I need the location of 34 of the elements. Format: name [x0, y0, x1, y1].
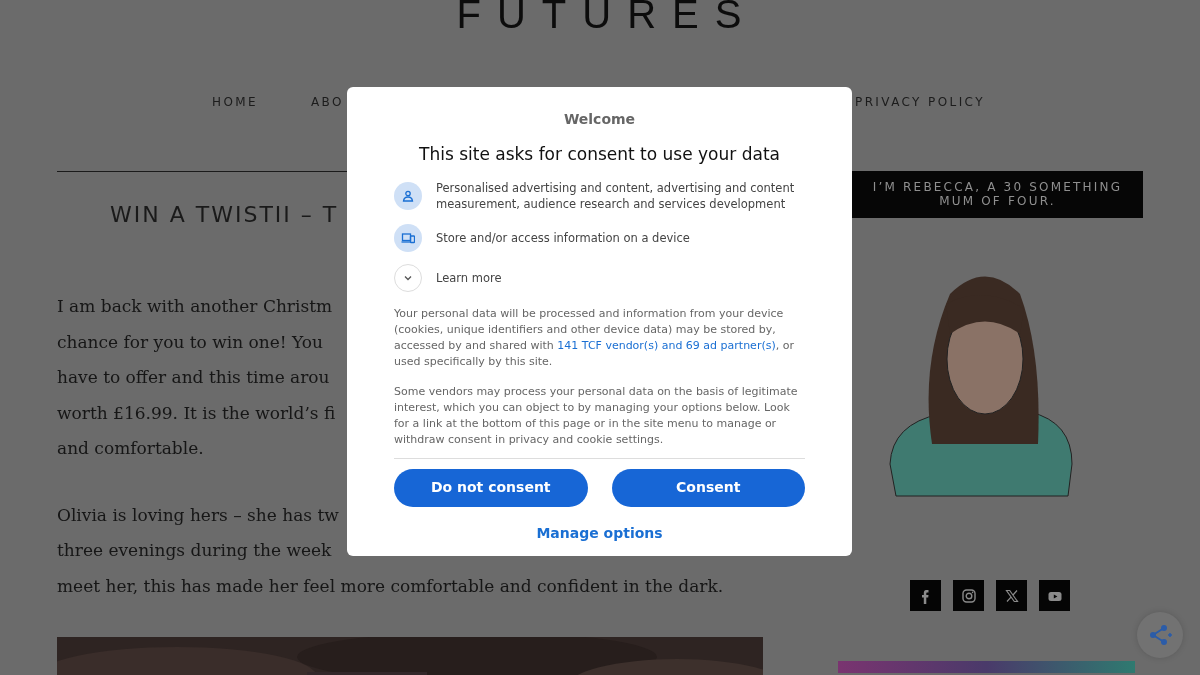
social-link[interactable]: [1039, 580, 1070, 611]
intro-banner: I’M REBECCA, A 30 SOMETHING MUM OF FOUR.: [852, 171, 1143, 218]
text-line: meet her, this has made her feel more comfortable and confident in the dark.: [57, 574, 724, 598]
vendors-link[interactable]: 141 TCF vendor(s) and 69 ad partner(s): [557, 338, 776, 352]
nav-link[interactable]: ABO: [311, 93, 344, 111]
consent-notice: Your personal data will be processed and information from your device (cookies, unique identifiers and other device data) may be stored by, accessed by and shared with 141 TCF vendor(s) and 69 ad partner(s), or used specifically by this site.: [394, 305, 795, 370]
legitimate-interest-notice: Some vendors may process your personal data on the basis of legitimate interest, which you can object to by managing your options below. Look for a link at the bottom of this page or in the site menu to manage or withdraw consent in privacy and cookie settings.: [394, 383, 799, 448]
instagram-icon: [960, 587, 977, 604]
text-line: three evenings during the week: [57, 539, 332, 562]
social-link[interactable]: [996, 580, 1027, 611]
nav-link[interactable]: HOME: [212, 93, 258, 111]
post-title: WIN A TWISTII – T: [110, 201, 340, 229]
decline-button[interactable]: Do not consent: [394, 468, 588, 507]
text-line: and comfortable.: [57, 437, 204, 460]
text-line: have to offer and this time arou: [57, 366, 330, 389]
purpose-text: Personalised advertising and content, advertising and content measurement, audience research and services development: [436, 179, 796, 212]
social-link[interactable]: [910, 580, 941, 611]
dialog-title: This site asks for consent to use your data: [418, 143, 781, 166]
text-line: chance for you to win one! You: [57, 330, 323, 354]
text-line: Olivia is loving hers – she has tw: [57, 503, 339, 527]
person-icon: [401, 188, 415, 203]
social-link[interactable]: [953, 580, 984, 611]
site-logo[interactable]: FUTURES: [0, 0, 1200, 34]
learn-more-link[interactable]: Learn more: [436, 269, 502, 286]
text-line: I am back with another Christm: [57, 295, 333, 318]
manage-options-link[interactable]: Manage options: [536, 522, 663, 544]
purpose-text: Store and/or access information on a device: [436, 229, 690, 246]
text-line: worth £16.99. It is the world’s fi: [57, 401, 336, 425]
nav-link[interactable]: PRIVACY POLICY: [855, 93, 985, 111]
consent-button[interactable]: Consent: [611, 468, 805, 507]
share-icon: [1147, 622, 1173, 648]
dialog-caption: Welcome: [562, 110, 637, 129]
x-icon: [1003, 587, 1020, 604]
devices-icon: [401, 230, 415, 245]
